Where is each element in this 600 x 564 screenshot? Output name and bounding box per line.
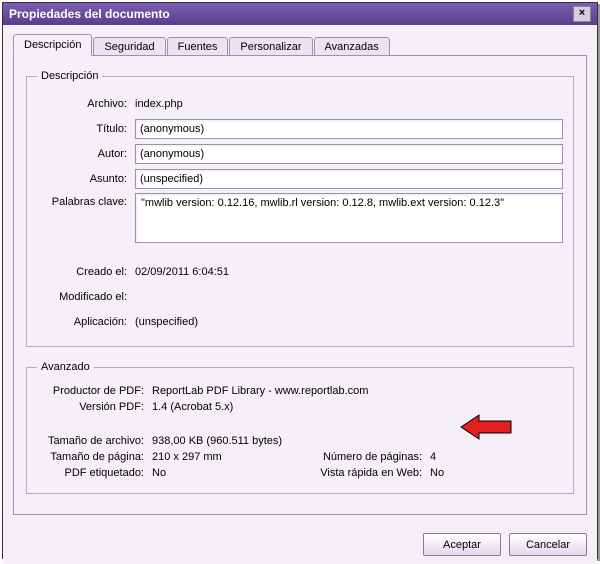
version-value: 1.4 (Acrobat 5.x) — [152, 401, 563, 413]
version-label: Versión PDF: — [37, 401, 152, 413]
tab-fuentes[interactable]: Fuentes — [167, 37, 229, 56]
aceptar-button[interactable]: Aceptar — [423, 533, 501, 556]
cancelar-button[interactable]: Cancelar — [509, 533, 587, 556]
productor-label: Productor de PDF: — [37, 385, 152, 397]
palabras-input[interactable]: "mwlib version: 0.12.16, mwlib.rl versio… — [135, 193, 563, 243]
close-button[interactable]: × — [573, 6, 591, 22]
asunto-label: Asunto: — [37, 173, 135, 185]
palabras-label: Palabras clave: — [37, 193, 135, 208]
tab-seguridad[interactable]: Seguridad — [93, 37, 165, 56]
tamano-pagina-value: 210 x 297 mm — [152, 451, 285, 463]
autor-input[interactable] — [135, 144, 563, 164]
etiquetado-value: No — [152, 467, 285, 479]
tamano-pagina-label: Tamaño de página: — [37, 451, 152, 463]
descripcion-legend: Descripción — [37, 70, 102, 82]
asunto-input[interactable] — [135, 169, 563, 189]
aplicacion-value: (unspecified) — [135, 316, 563, 328]
content-area: Descripción Seguridad Fuentes Personaliz… — [3, 25, 597, 525]
tab-personalizar[interactable]: Personalizar — [229, 37, 312, 56]
creado-value: 02/09/2011 6:04:51 — [135, 266, 563, 278]
button-bar: Aceptar Cancelar — [3, 525, 597, 564]
etiquetado-label: PDF etiquetado: — [37, 467, 152, 479]
aplicacion-label: Aplicación: — [37, 316, 135, 328]
tab-descripcion[interactable]: Descripción — [13, 34, 92, 56]
avanzado-group: Avanzado Productor de PDF: ReportLab PDF… — [26, 361, 574, 494]
productor-value: ReportLab PDF Library - www.reportlab.co… — [152, 385, 563, 397]
titulo-label: Título: — [37, 123, 135, 135]
creado-label: Creado el: — [37, 266, 135, 278]
modificado-label: Modificado el: — [37, 291, 135, 303]
vista-rapida-label: Vista rápida en Web: — [315, 467, 430, 479]
archivo-value: index.php — [135, 98, 563, 110]
archivo-label: Archivo: — [37, 98, 135, 110]
tab-strip: Descripción Seguridad Fuentes Personaliz… — [13, 33, 587, 55]
num-paginas-value: 4 — [430, 451, 563, 463]
tamano-archivo-value: 938,00 KB (960.511 bytes) — [152, 435, 285, 447]
tab-avanzadas[interactable]: Avanzadas — [314, 37, 390, 56]
descripcion-group: Descripción Archivo: index.php Título: A… — [26, 70, 574, 347]
num-paginas-label: Número de páginas: — [315, 451, 430, 463]
titulo-input[interactable] — [135, 119, 563, 139]
tab-panel-descripcion: Descripción Archivo: index.php Título: A… — [13, 55, 587, 515]
autor-label: Autor: — [37, 148, 135, 160]
window-title: Propiedades del documento — [9, 7, 170, 21]
avanzado-legend: Avanzado — [37, 361, 94, 373]
tamano-archivo-label: Tamaño de archivo: — [37, 435, 152, 447]
properties-dialog: Propiedades del documento × Descripción … — [2, 2, 598, 559]
vista-rapida-value: No — [430, 467, 563, 479]
titlebar[interactable]: Propiedades del documento × — [3, 3, 597, 25]
